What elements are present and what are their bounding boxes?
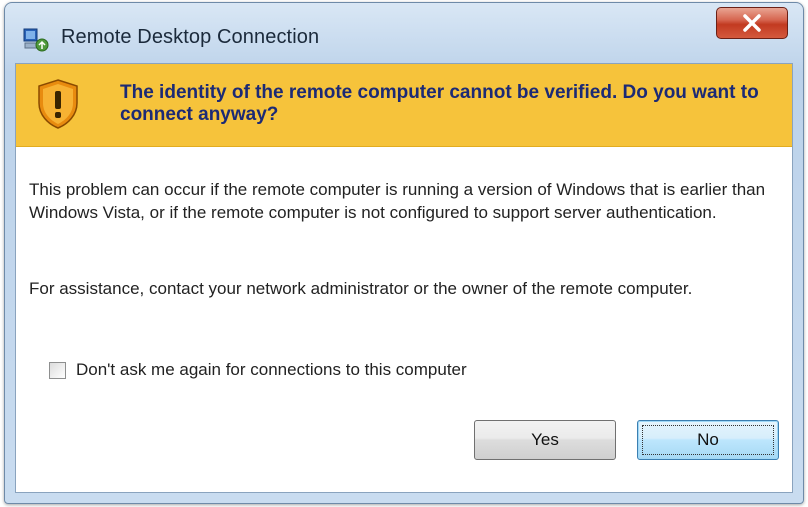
- dialog-window: Remote Desktop Connection The identity o…: [4, 2, 804, 504]
- remote-desktop-app-icon: [23, 28, 49, 52]
- close-icon: [743, 14, 761, 32]
- no-button-label: No: [697, 430, 719, 449]
- yes-button[interactable]: Yes: [474, 420, 616, 460]
- window-title: Remote Desktop Connection: [61, 26, 320, 48]
- close-button[interactable]: [716, 7, 788, 39]
- warning-shield-icon: [38, 79, 78, 129]
- assistance-text: For assistance, contact your network adm…: [29, 279, 693, 298]
- dialog-content: The identity of the remote computer cann…: [15, 63, 793, 493]
- no-button[interactable]: No: [637, 420, 779, 460]
- warning-heading: The identity of the remote computer cann…: [120, 82, 759, 125]
- yes-button-label: Yes: [531, 430, 559, 449]
- dont-ask-again-label[interactable]: Don't ask me again for connections to th…: [76, 360, 467, 380]
- title-bar[interactable]: Remote Desktop Connection: [5, 3, 803, 63]
- warning-banner: The identity of the remote computer cann…: [16, 64, 792, 147]
- explanation-text: This problem can occur if the remote com…: [29, 180, 766, 222]
- dont-ask-again-checkbox[interactable]: [49, 362, 66, 379]
